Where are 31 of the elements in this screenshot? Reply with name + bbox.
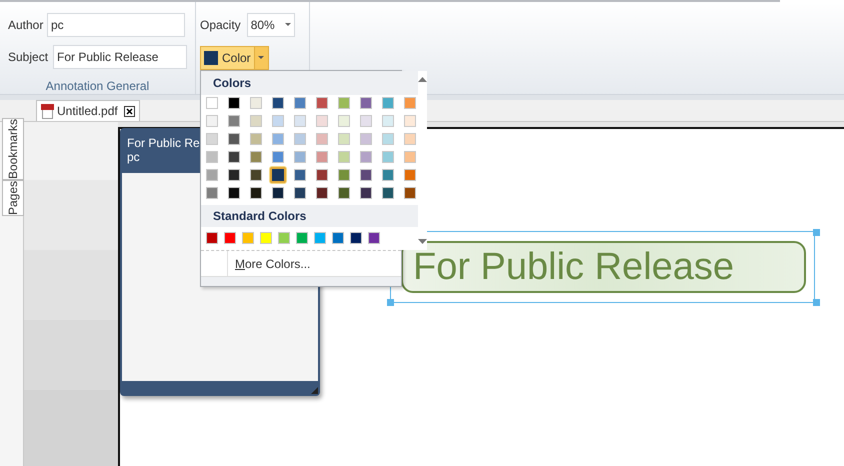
resize-handle[interactable] xyxy=(813,229,820,236)
section-heading: Colors xyxy=(213,75,252,92)
note-title: For Public Re xyxy=(127,136,200,150)
resize-handle[interactable] xyxy=(813,299,820,306)
color-swatch[interactable] xyxy=(270,167,286,183)
tab-label: Untitled.pdf xyxy=(57,103,118,120)
note-author: pc xyxy=(127,150,140,164)
caret-icon xyxy=(284,23,291,27)
scroll-up-icon[interactable] xyxy=(418,77,427,82)
scrollbar[interactable] xyxy=(418,71,427,250)
opacity-dropdown[interactable]: 80% xyxy=(246,13,295,37)
stamp-text: For Public Release xyxy=(413,247,734,287)
resize-grip-icon[interactable] xyxy=(311,387,318,394)
author-field[interactable]: pc xyxy=(47,13,185,37)
dropdown-arrow-button[interactable] xyxy=(254,46,269,70)
scroll-down-icon[interactable] xyxy=(418,239,427,244)
author-label: Author xyxy=(8,17,42,34)
subject-label: Subject xyxy=(8,49,48,66)
group-title: Annotation General xyxy=(46,78,150,95)
pdf-file-icon xyxy=(41,104,54,118)
document-tab[interactable]: Untitled.pdf xyxy=(36,100,140,121)
subject-field[interactable]: For Public Release xyxy=(53,45,187,69)
caret-icon xyxy=(258,56,264,60)
side-tab[interactable]: Pages xyxy=(2,180,24,216)
resize-handle[interactable] xyxy=(387,299,394,306)
section-heading: Standard Colors xyxy=(213,208,306,225)
close-icon[interactable] xyxy=(124,106,135,116)
color-button[interactable]: Color xyxy=(200,46,255,70)
more-colors-item[interactable]: More Colors... xyxy=(228,251,310,276)
side-tab[interactable]: Bookmarks xyxy=(2,118,24,180)
opacity-label: Opacity xyxy=(200,17,241,34)
